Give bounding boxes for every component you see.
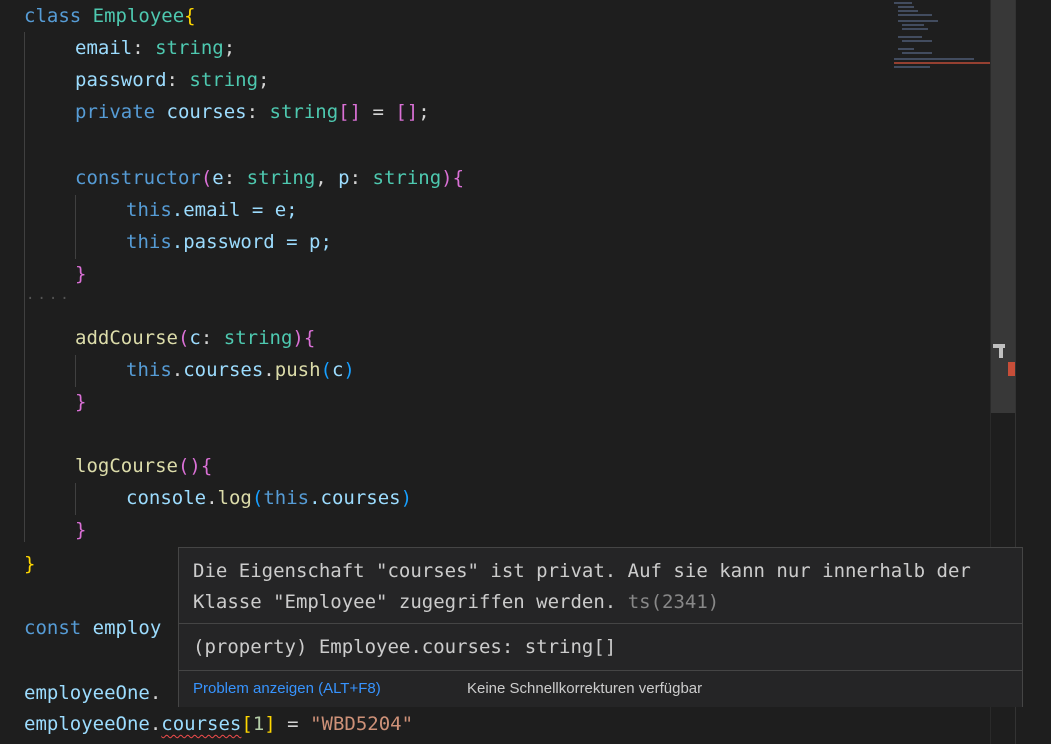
code-line-22[interactable]: employeeOne. bbox=[24, 677, 161, 709]
cursor-marker bbox=[999, 344, 1003, 358]
code-line-11[interactable]: addCourse(c: string){ bbox=[75, 322, 315, 354]
divider bbox=[179, 623, 1022, 624]
code-line-16[interactable]: console.log(this.courses) bbox=[126, 482, 412, 514]
code-line-9[interactable]: } bbox=[75, 258, 86, 290]
hover-tooltip: Die Eigenschaft "courses" ist privat. Au… bbox=[178, 547, 1023, 707]
code-line-20[interactable]: const employ bbox=[24, 612, 161, 644]
code-line-2[interactable]: email: string; bbox=[75, 32, 235, 64]
error-squiggle: courses bbox=[161, 713, 242, 735]
code-line-1[interactable]: class Employee{ bbox=[24, 0, 196, 32]
hover-actions: Problem anzeigen (ALT+F8) Keine Schnellk… bbox=[179, 671, 1022, 707]
code-line-13[interactable]: } bbox=[75, 386, 86, 418]
code-line-23[interactable]: employeeOne.courses[1] = "WBD5204" bbox=[24, 708, 413, 740]
code-line-18[interactable]: } bbox=[24, 548, 35, 580]
minimap[interactable] bbox=[890, 0, 990, 100]
indent-guide bbox=[24, 32, 25, 542]
type-signature: (property) Employee.courses: string[] bbox=[193, 636, 617, 658]
error-marker bbox=[1008, 362, 1015, 376]
whitespace-dots: ···· bbox=[26, 291, 72, 307]
code-line-7[interactable]: this.email = e; bbox=[126, 194, 298, 226]
view-problem-link[interactable]: Problem anzeigen (ALT+F8) bbox=[193, 680, 381, 697]
code-line-15[interactable]: logCourse(){ bbox=[75, 450, 212, 482]
code-line-17[interactable]: } bbox=[75, 514, 86, 546]
code-line-3[interactable]: password: string; bbox=[75, 64, 270, 96]
no-quickfix-label: Keine Schnellkorrekturen verfügbar bbox=[467, 680, 703, 697]
scrollbar-thumb[interactable] bbox=[991, 0, 1015, 413]
indent-guide bbox=[75, 355, 76, 387]
error-code: ts(2341) bbox=[627, 591, 720, 613]
indent-guide bbox=[75, 483, 76, 515]
code-line-6[interactable]: constructor(e: string, p: string){ bbox=[75, 162, 464, 194]
indent-guide bbox=[75, 195, 76, 259]
code-line-12[interactable]: this.courses.push(c) bbox=[126, 354, 355, 386]
code-line-8[interactable]: this.password = p; bbox=[126, 226, 332, 258]
error-message: Die Eigenschaft "courses" ist privat. Au… bbox=[193, 560, 983, 613]
code-line-4[interactable]: private courses: string[] = []; bbox=[75, 96, 430, 128]
